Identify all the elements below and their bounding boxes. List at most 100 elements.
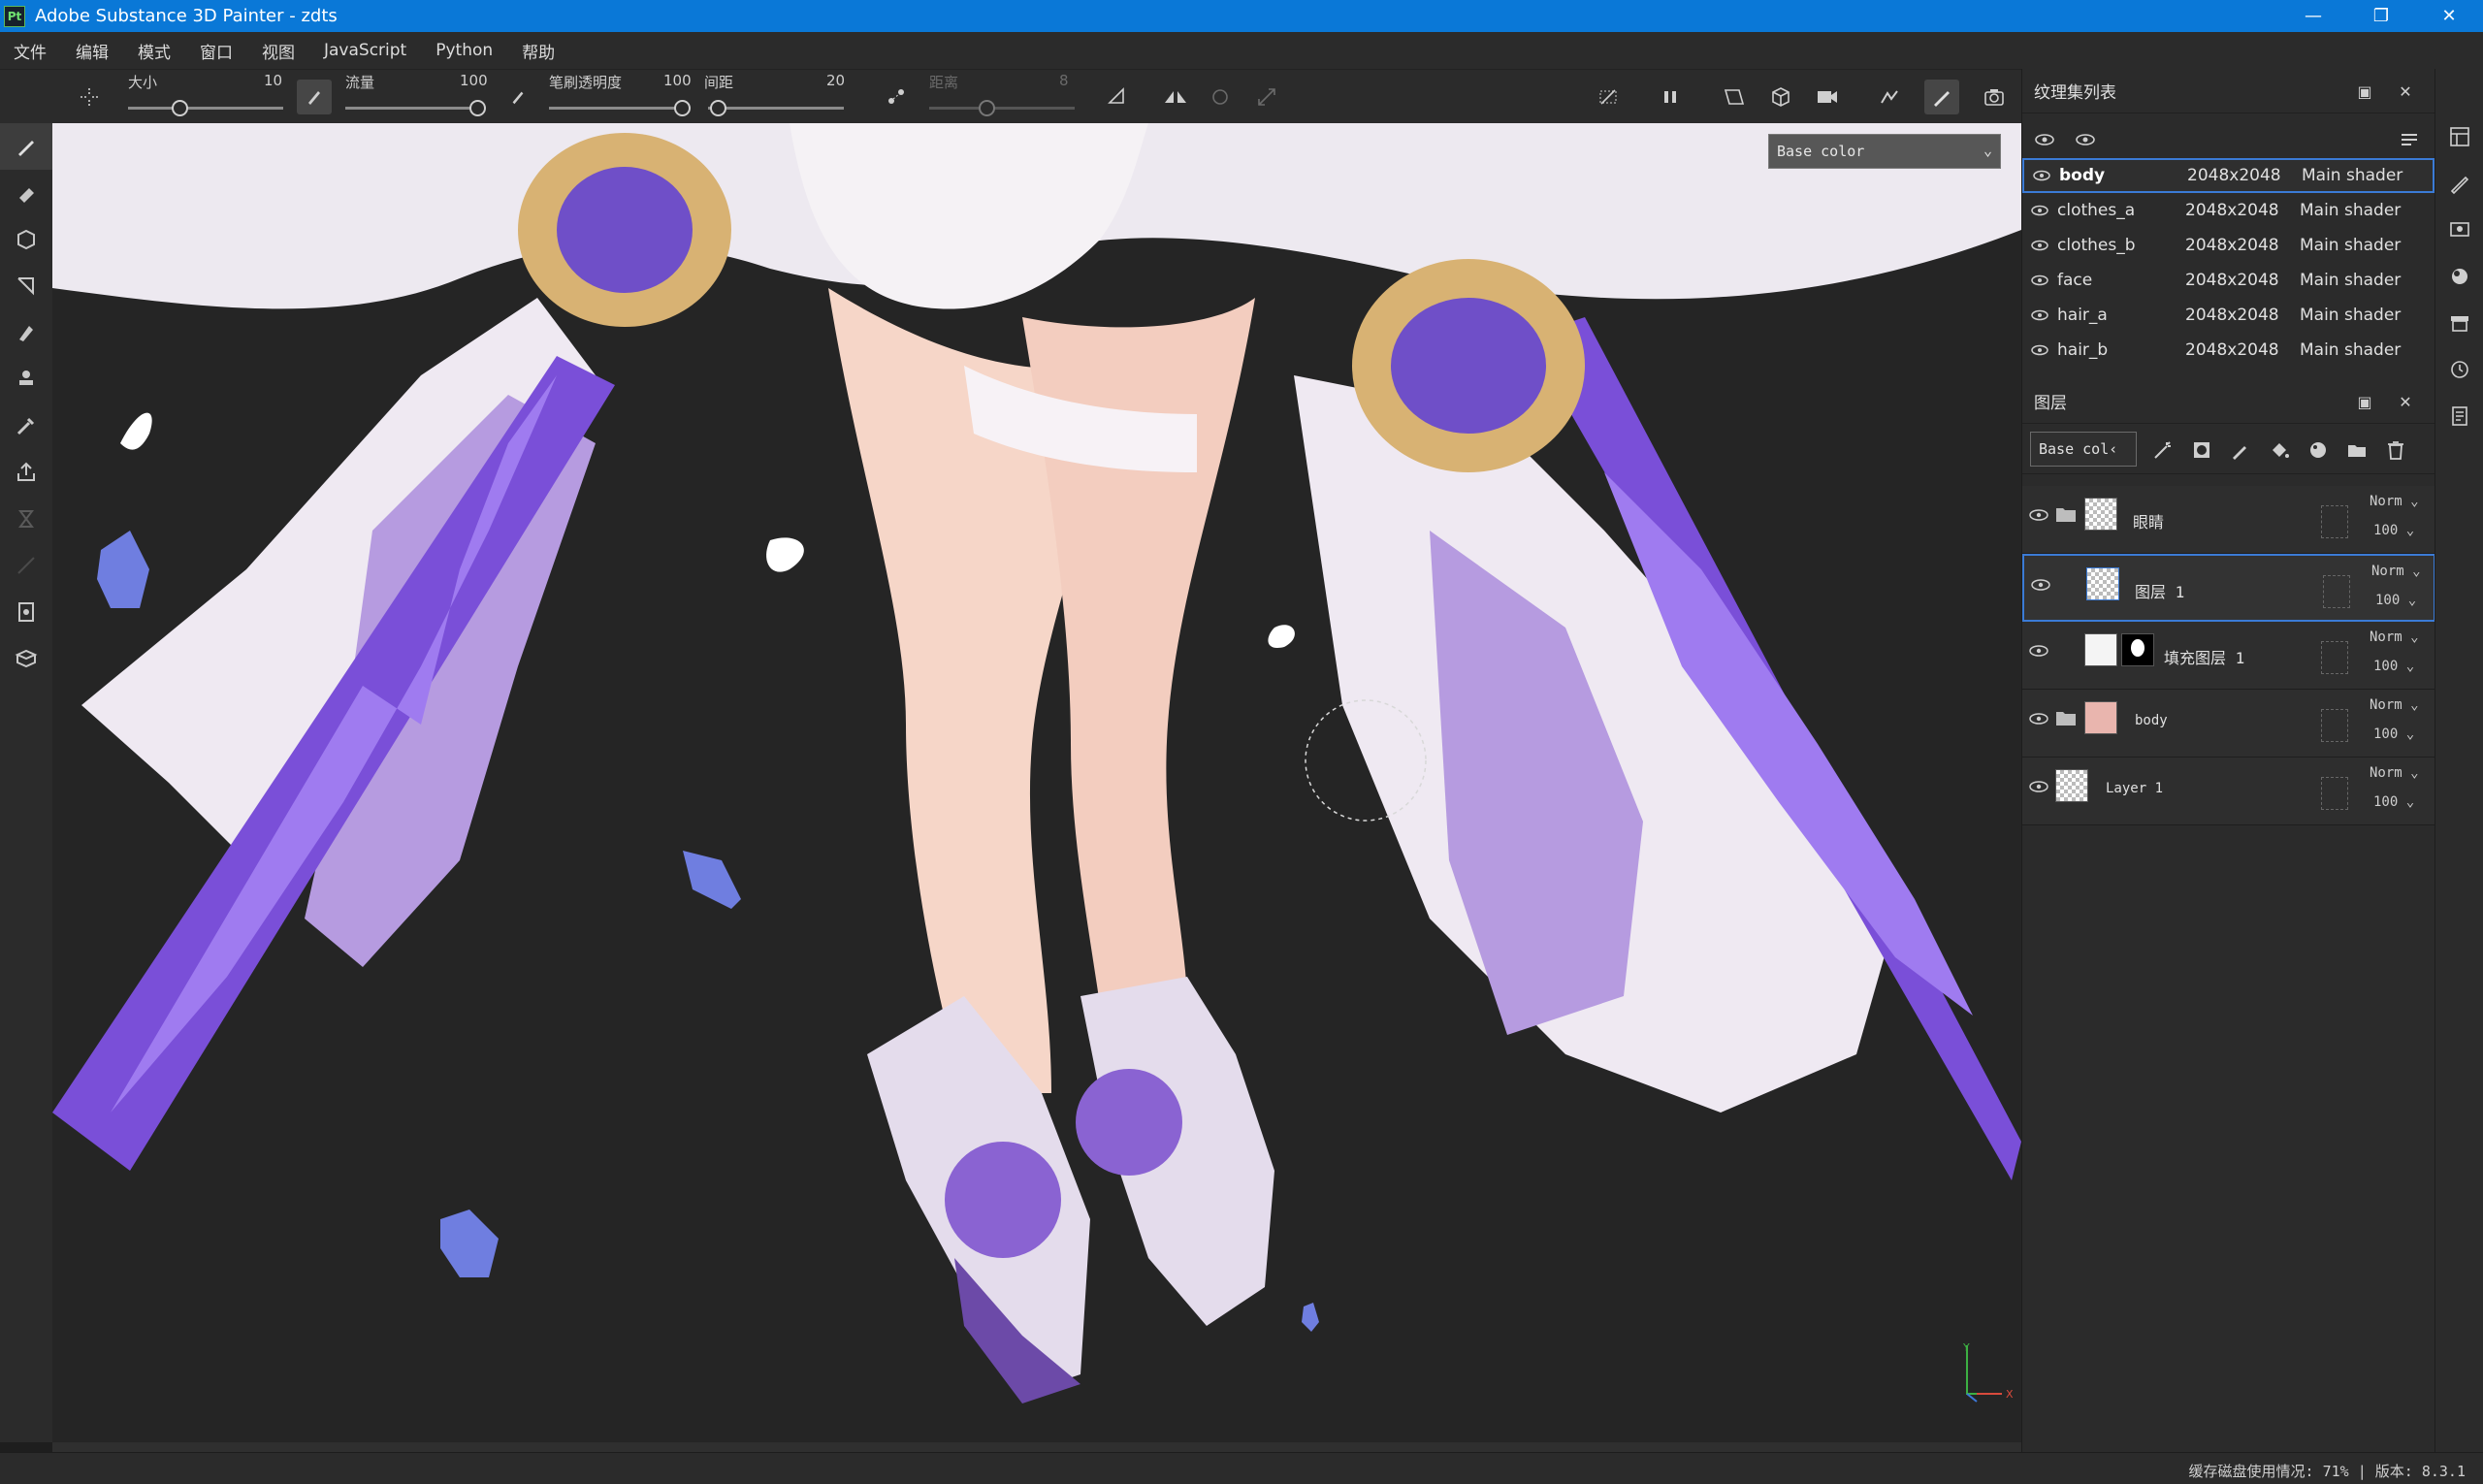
eye-icon[interactable] [2022,239,2057,252]
layer-channel-dropdown[interactable]: Base col‹ [2030,432,2137,467]
eraser-tool-button[interactable] [0,170,52,216]
menu-file[interactable]: 文件 [14,39,47,63]
layer-row[interactable]: Layer 1 Norm ⌄ 100 ⌄ [2022,758,2435,825]
eye-icon[interactable] [2022,343,2057,357]
float-panel-button[interactable]: ▣ [2354,81,2375,102]
layer-opacity[interactable]: 100 ⌄ [2373,523,2414,538]
float-panel-button[interactable]: ▣ [2354,391,2375,412]
add-paint-layer-button[interactable] [2226,436,2255,465]
paint-mode-button[interactable] [1924,80,1959,114]
size-value[interactable]: 10 [264,72,282,89]
3d-view-button[interactable] [1763,80,1798,114]
close-panel-button[interactable]: ✕ [2395,81,2416,102]
measure-tool-button[interactable] [0,589,52,635]
menu-edit[interactable]: 编辑 [76,39,109,63]
menu-python[interactable]: Python [435,41,493,60]
texture-set-menu-button[interactable] [2395,125,2424,154]
symmetry-button[interactable] [1158,80,1193,114]
smudge-tool-button[interactable] [0,309,52,356]
3d-viewport[interactable]: Y X Base color ⌄ [52,123,2021,1442]
texture-set-row[interactable]: clothes_b 2048x2048 Main shader [2022,228,2435,263]
layer-row[interactable]: 眼睛 Norm ⌄ 100 ⌄ [2022,486,2435,554]
properties-button[interactable] [2435,160,2483,207]
texture-set-row[interactable]: body 2048x2048 Main shader [2022,158,2435,193]
flow-value[interactable]: 100 [460,72,488,89]
menu-help[interactable]: 帮助 [522,39,555,63]
texture-set-row[interactable]: face 2048x2048 Main shader [2022,263,2435,298]
flow-slider[interactable] [345,107,481,110]
spacing-slider-knob[interactable] [710,100,726,116]
paint-tool-button[interactable] [0,123,52,170]
eye-icon[interactable] [2022,274,2057,287]
alignment-button[interactable] [1100,80,1135,114]
layer-opacity[interactable]: 100 ⌄ [2373,794,2414,810]
layer-row[interactable]: 填充图层 1 Norm ⌄ 100 ⌄ [2022,622,2435,690]
close-button[interactable]: ✕ [2415,0,2483,32]
flow-slider-knob[interactable] [469,100,486,116]
add-smart-material-button[interactable] [2304,436,2333,465]
2d-view-button[interactable] [1717,80,1752,114]
layer-blend-mode[interactable]: Norm ⌄ [2370,629,2419,645]
pause-render-button[interactable] [1653,80,1688,114]
minimize-button[interactable]: — [2279,0,2347,32]
camera-view-button[interactable] [1810,80,1845,114]
hide-ui-button[interactable] [1591,80,1626,114]
texture-set-row[interactable]: clothes_a 2048x2048 Main shader [2022,193,2435,228]
brush-opacity-value[interactable]: 100 [663,72,692,89]
clone-tool-button[interactable] [0,356,52,403]
menu-view[interactable]: 视图 [262,39,295,63]
layer-opacity[interactable]: 100 ⌄ [2373,659,2414,674]
assets-button[interactable] [2435,300,2483,346]
polygon-fill-tool-button[interactable] [0,263,52,309]
uv-tool-button[interactable] [0,635,52,682]
menu-javascript[interactable]: JavaScript [324,41,406,60]
brush-opacity-slider-knob[interactable] [674,100,691,116]
texture-set-settings-button[interactable] [2435,113,2483,160]
spacing-slider[interactable] [708,107,844,110]
restore-button[interactable]: ❐ [2347,0,2415,32]
flow-pressure-toggle[interactable] [500,80,535,114]
add-folder-button[interactable] [2342,436,2371,465]
texture-set-row[interactable]: hair_a 2048x2048 Main shader [2022,298,2435,333]
shader-settings-button[interactable] [2435,253,2483,300]
log-button[interactable] [2435,393,2483,439]
solo-visibility-button[interactable] [2071,125,2100,154]
layer-row[interactable]: body Norm ⌄ 100 ⌄ [2022,690,2435,758]
symmetry-pivot-button[interactable] [72,80,107,114]
sphere-symmetry-button[interactable] [1203,80,1238,114]
add-effect-button[interactable] [2148,436,2177,465]
size-slider-knob[interactable] [172,100,188,116]
viewport-channel-dropdown[interactable]: Base color ⌄ [1768,134,2001,169]
eye-icon[interactable] [2028,507,2049,526]
eye-icon[interactable] [2022,308,2057,322]
delete-layer-button[interactable] [2381,436,2410,465]
layer-blend-mode[interactable]: Norm ⌄ [2370,697,2419,713]
eye-icon[interactable] [2028,779,2049,797]
add-mask-button[interactable] [2187,436,2216,465]
menu-mode[interactable]: 模式 [138,39,171,63]
texture-set-row[interactable]: hair_b 2048x2048 Main shader [2022,333,2435,368]
size-pressure-toggle[interactable] [297,80,332,114]
layer-blend-mode[interactable]: Norm ⌄ [2370,765,2419,781]
layer-blend-mode[interactable]: Norm ⌄ [2370,494,2419,509]
eye-icon[interactable] [2024,169,2059,182]
projection-tool-button[interactable] [0,216,52,263]
bake-tool-button[interactable] [0,449,52,496]
spacing-value[interactable]: 20 [826,72,845,89]
iray-button[interactable] [1872,80,1907,114]
menu-window[interactable]: 窗口 [200,39,233,63]
close-panel-button[interactable]: ✕ [2395,391,2416,412]
size-slider[interactable] [128,107,283,110]
history-button[interactable] [2435,346,2483,393]
lazy-mouse-button[interactable] [879,80,914,114]
eye-icon[interactable] [2022,204,2057,217]
layer-row[interactable]: 图层 1 Norm ⌄ 100 ⌄ [2022,554,2435,622]
transform-button[interactable] [1249,80,1284,114]
layer-opacity[interactable]: 100 ⌄ [2373,726,2414,742]
add-fill-layer-button[interactable] [2265,436,2294,465]
color-picker-tool-button[interactable] [0,403,52,449]
eye-icon[interactable] [2028,711,2049,729]
eye-icon[interactable] [2030,577,2051,596]
eye-settings-button[interactable] [2030,125,2059,154]
layer-opacity[interactable]: 100 ⌄ [2375,593,2416,608]
